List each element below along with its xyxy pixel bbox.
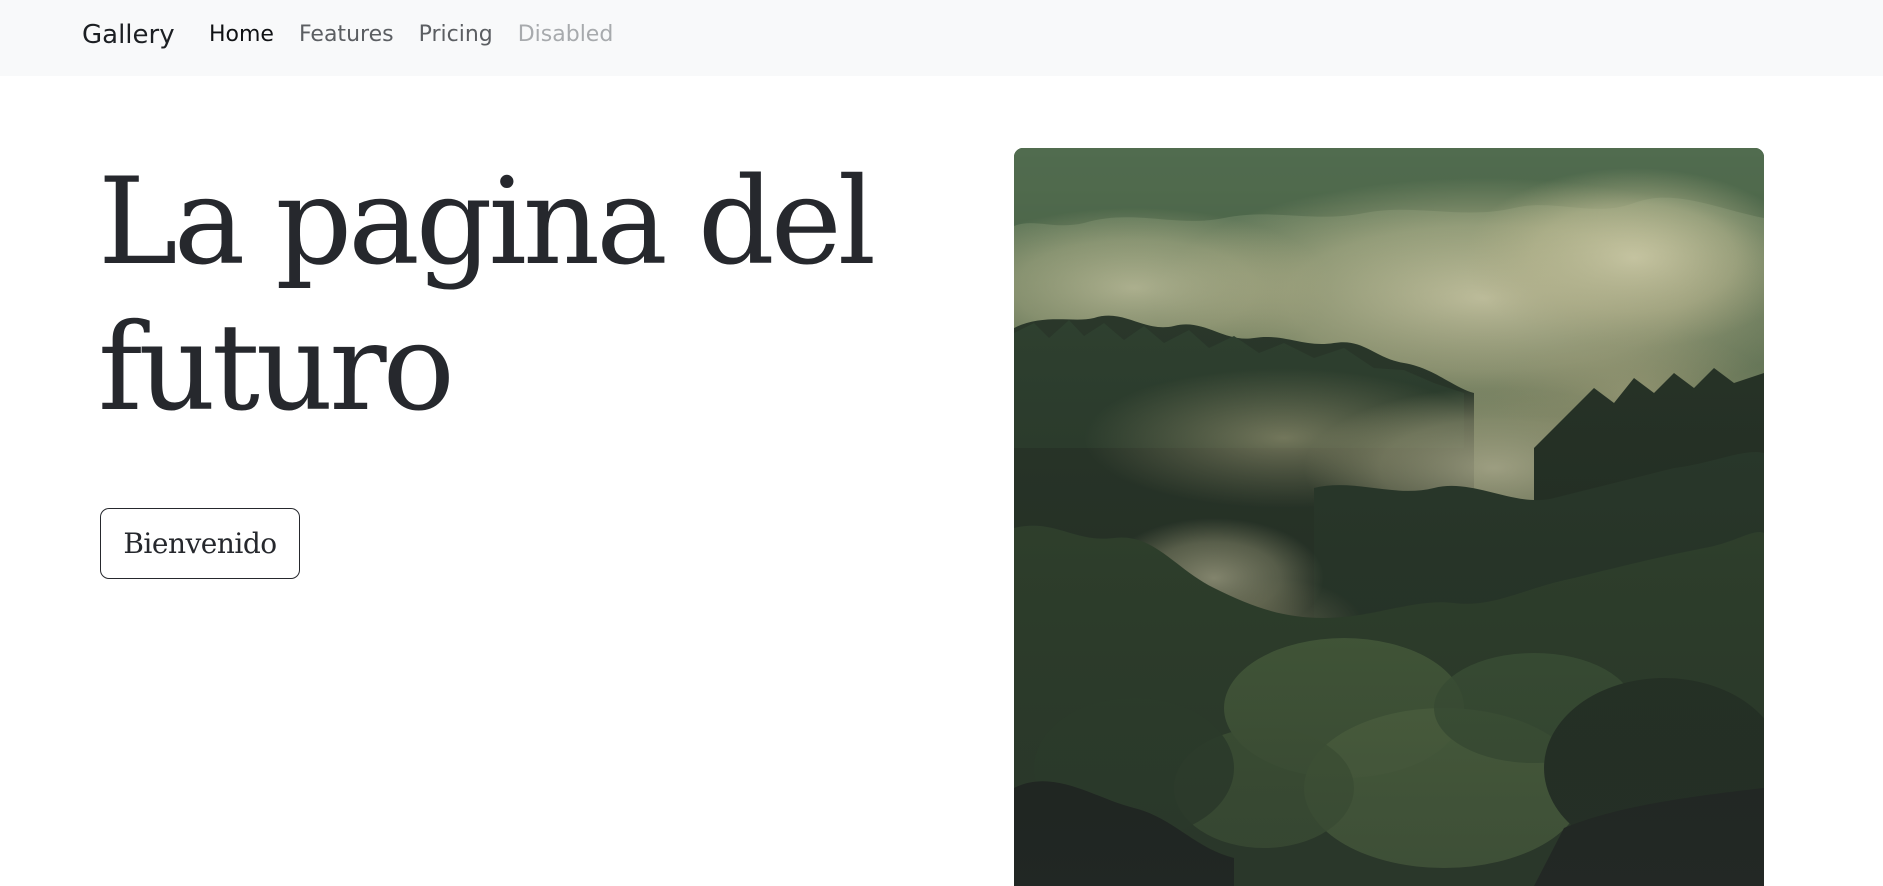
brand-logo[interactable]: Gallery	[82, 17, 175, 53]
forest-photo-icon	[1014, 148, 1764, 886]
nav-link-home[interactable]: Home	[209, 22, 274, 47]
hero-forest-image	[1014, 148, 1764, 886]
nav-link-features[interactable]: Features	[299, 22, 394, 47]
navbar: Gallery Home Features Pricing Disabled	[0, 0, 1883, 76]
hero-title: La pagina del futuro	[98, 153, 876, 438]
nav-link-disabled: Disabled	[517, 22, 614, 47]
nav-link-pricing[interactable]: Pricing	[419, 22, 493, 47]
nav-links: Home Features Pricing Disabled	[209, 17, 638, 53]
bienvenido-button[interactable]: Bienvenido	[100, 508, 300, 579]
